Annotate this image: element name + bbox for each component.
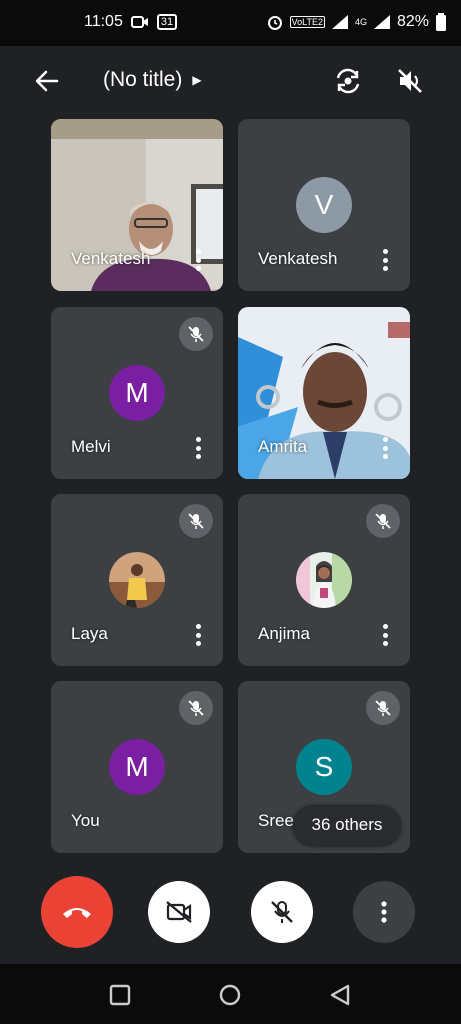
participant-tile[interactable]: Anjima	[238, 494, 410, 666]
mic-off-icon	[366, 504, 400, 538]
avatar: M	[109, 739, 165, 795]
avatar	[296, 552, 352, 608]
meeting-title: (No title)	[103, 68, 183, 91]
participant-tile[interactable]: V Venkatesh	[238, 119, 410, 291]
end-call-button[interactable]	[41, 876, 113, 948]
others-count-label: 36 others	[311, 815, 383, 834]
video-call-status-icon	[130, 16, 148, 28]
mic-off-icon	[179, 504, 213, 538]
system-navigation-bar	[0, 964, 461, 1024]
switch-camera-icon[interactable]	[333, 66, 363, 96]
more-vert-icon[interactable]	[195, 437, 201, 459]
battery-icon	[436, 13, 446, 31]
recent-apps-icon[interactable]	[109, 984, 131, 1006]
participant-name: Venkatesh	[71, 249, 151, 268]
participant-name: Amrita	[258, 437, 308, 456]
mic-off-icon	[271, 901, 293, 923]
speaker-off-icon[interactable]	[395, 66, 425, 96]
call-controls	[0, 870, 461, 960]
participant-tile-self[interactable]: M You	[51, 681, 223, 853]
participant-tile[interactable]: Laya	[51, 494, 223, 666]
hang-up-icon	[63, 908, 91, 918]
volte-icon: VoLTE2	[289, 16, 325, 28]
mic-off-icon	[179, 317, 213, 351]
avatar: M	[109, 365, 165, 421]
avatar	[109, 552, 165, 608]
status-time: 11:05	[84, 13, 123, 30]
more-options-button[interactable]	[353, 881, 415, 943]
mic-off-icon	[179, 691, 213, 725]
participant-tile[interactable]: Venkatesh	[51, 119, 223, 291]
participant-tile[interactable]: Amrita	[238, 307, 410, 479]
more-vert-icon	[381, 901, 387, 923]
meeting-title-button[interactable]: (No title) ▶	[103, 68, 202, 92]
signal-icon	[331, 15, 348, 29]
participant-name: Anjima	[258, 624, 310, 643]
participant-tile[interactable]: M Melvi	[51, 307, 223, 479]
data-activity-icon: 4G	[354, 17, 367, 27]
more-vert-icon[interactable]	[195, 249, 201, 271]
avatar: V	[296, 177, 352, 233]
participant-name: Melvi	[71, 437, 111, 456]
status-bar: 11:05 31 VoLTE2 4G 82%	[0, 0, 461, 46]
participant-name: Venkatesh	[258, 249, 338, 268]
caret-right-icon: ▶	[192, 73, 202, 87]
signal-icon-2	[373, 15, 390, 29]
videocam-off-icon	[166, 901, 192, 923]
others-count-chip[interactable]: 36 others	[293, 805, 401, 845]
microphone-toggle-button[interactable]	[251, 881, 313, 943]
meeting-header: (No title) ▶	[0, 46, 461, 116]
camera-toggle-button[interactable]	[148, 881, 210, 943]
home-icon[interactable]	[219, 984, 241, 1006]
more-vert-icon[interactable]	[382, 437, 388, 459]
participant-name: You	[71, 811, 100, 830]
participant-name: Sree	[258, 811, 294, 830]
participant-name: Laya	[71, 624, 108, 643]
mic-off-icon	[366, 691, 400, 725]
calendar-icon: 31	[156, 14, 178, 30]
alarm-icon	[267, 16, 282, 30]
battery-percent: 82%	[396, 13, 429, 30]
more-vert-icon[interactable]	[382, 624, 388, 646]
back-arrow-icon[interactable]	[34, 68, 60, 94]
more-vert-icon[interactable]	[195, 624, 201, 646]
back-nav-icon[interactable]	[329, 984, 351, 1006]
more-vert-icon[interactable]	[382, 249, 388, 271]
avatar: S	[296, 739, 352, 795]
